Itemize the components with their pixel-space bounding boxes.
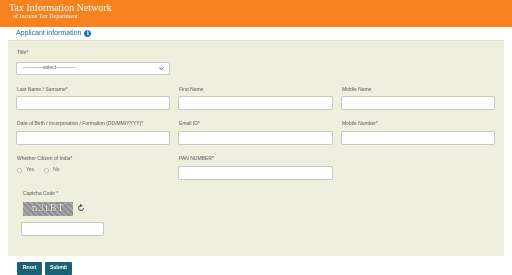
captcha-image: n3tBT [23,202,73,216]
info-icon[interactable]: i [84,30,92,37]
submit-button[interactable]: Submit [45,262,72,275]
last-name-label: Last Name / Surname* [17,87,68,93]
middle-name-input[interactable] [341,96,495,110]
mobile-input[interactable] [341,131,495,145]
last-name-input[interactable] [16,96,170,110]
email-label: Email ID* [179,121,200,127]
citizen-label: Whether Citizen of India* [17,156,73,162]
citizen-radio-group: Yes No [17,167,66,173]
brand-title: Tax Information Network [9,3,112,14]
reset-button[interactable]: Reset [17,262,42,275]
section-title: Applicant information i [16,29,92,38]
dob-input[interactable] [16,131,170,145]
captcha-label: Captcha Code * [23,191,59,197]
refresh-icon[interactable] [77,204,85,212]
citizen-yes-label: Yes [26,167,35,173]
first-name-input[interactable] [178,96,333,110]
pan-input[interactable] [178,166,333,180]
middle-name-label: Middle Name [342,87,372,93]
section-title-text: Applicant information [16,30,82,37]
dob-label: Date of Birth / Incorporation / Formatio… [17,121,144,127]
first-name-label: First Name [179,87,204,93]
header-bar: Tax Information Network of Income Tax De… [0,0,512,27]
captcha-input[interactable] [21,222,104,236]
title-label: Title* [17,50,29,56]
email-input[interactable] [178,131,333,145]
mobile-label: Mobile Number* [342,121,378,127]
title-select-value: ------------select------------ [23,65,77,71]
pan-label: PAN NUMBER* [179,156,214,162]
citizen-no-radio[interactable] [44,167,50,173]
brand-subtitle: of Income Tax Department [13,14,78,20]
title-select[interactable]: ------------select------------ [16,62,170,75]
chevron-down-icon [159,67,164,71]
citizen-yes-radio[interactable] [17,167,22,173]
citizen-no-label: No [53,167,60,173]
